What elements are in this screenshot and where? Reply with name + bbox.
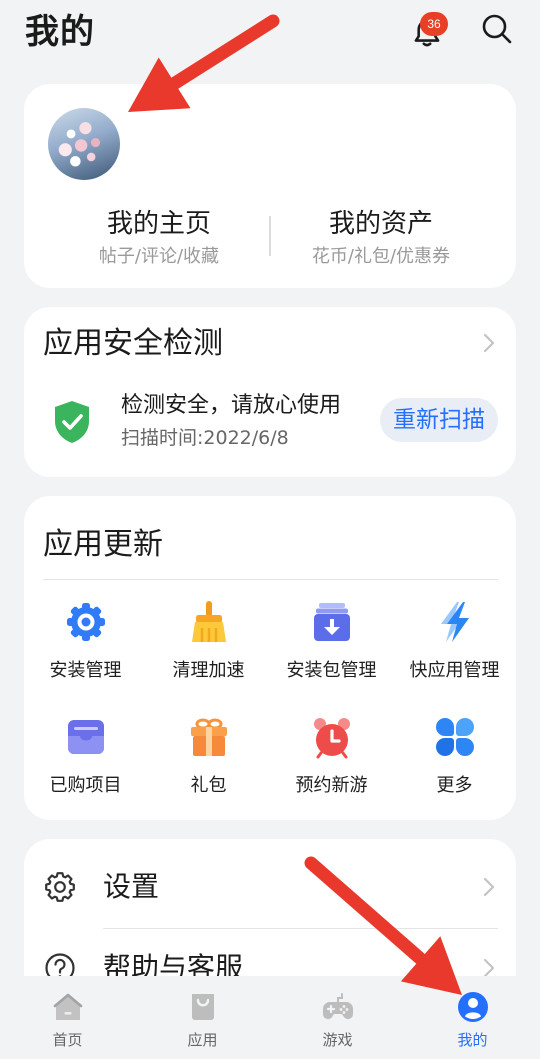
- broom-icon: [187, 600, 231, 644]
- tab-label: 首页: [52, 1031, 83, 1049]
- grid-item-cleanup[interactable]: 清理加速: [147, 600, 270, 715]
- shield-check-icon: [52, 399, 92, 445]
- page-title: 我的: [25, 12, 95, 52]
- chevron-right-icon[interactable]: [483, 333, 495, 353]
- home-icon: [52, 991, 84, 1023]
- alarm-clock-icon: [310, 715, 354, 759]
- grid-item-install-manager[interactable]: 安装管理: [24, 600, 147, 715]
- my-homepage-label: 我的主页: [106, 209, 211, 239]
- my-assets-label: 我的资产: [328, 209, 433, 239]
- my-homepage-link[interactable]: 我的主页 帖子/评论/收藏: [48, 207, 270, 269]
- tab-label: 游戏: [322, 1031, 353, 1049]
- my-assets-subtitle: 花币/礼包/优惠券: [311, 246, 451, 267]
- lightning-icon: [433, 600, 477, 644]
- grid-item-label: 更多: [436, 775, 473, 796]
- security-status-text: 检测安全，请放心使用: [121, 393, 342, 418]
- package-download-icon: [310, 600, 354, 644]
- more-icon: [433, 715, 477, 759]
- grid-item-gift[interactable]: 礼包: [147, 715, 270, 820]
- rescan-button[interactable]: 重新扫描: [380, 398, 498, 442]
- settings-icon: [44, 871, 76, 903]
- security-check-card[interactable]: 应用安全检测 检测安全，请放心使用 扫描时间:2022/6/8 重新扫描: [24, 307, 516, 477]
- grid-item-package-manager[interactable]: 安装包管理: [270, 600, 393, 715]
- search-icon[interactable]: [480, 12, 514, 46]
- grid-item-purchased[interactable]: 已购项目: [24, 715, 147, 820]
- security-check-title: 应用安全检测: [43, 326, 223, 361]
- gamepad-icon: [322, 991, 354, 1023]
- purchased-icon: [64, 715, 108, 759]
- profile-card: 我的主页 帖子/评论/收藏 我的资产 花币/礼包/优惠券: [24, 84, 516, 288]
- notification-badge: 36: [420, 12, 448, 36]
- avatar[interactable]: [48, 108, 120, 180]
- my-homepage-subtitle: 帖子/评论/收藏: [98, 246, 220, 267]
- grid-item-label: 预约新游: [295, 775, 368, 796]
- grid-item-label: 清理加速: [172, 660, 245, 681]
- tools-grid: 安装管理 清理加速 安装包管理 快应用管理 已购项目 礼包 预约新游 更多: [24, 600, 516, 820]
- gear-icon: [64, 600, 108, 644]
- grid-item-more[interactable]: 更多: [393, 715, 516, 820]
- profile-icon: [457, 991, 489, 1023]
- grid-item-label: 安装包管理: [286, 660, 377, 681]
- apps-bag-icon: [187, 991, 219, 1023]
- app-updates-card: 应用更新 安装管理 清理加速 安装包管理 快应用管理 已购项目 礼包 预约新游 …: [24, 496, 516, 820]
- scan-time-text: 扫描时间:2022/6/8: [121, 427, 289, 449]
- tab-label: 我的: [457, 1031, 488, 1049]
- settings-label: 设置: [103, 870, 160, 903]
- tab-home[interactable]: 首页: [0, 976, 135, 1059]
- settings-row[interactable]: 设置: [24, 847, 516, 927]
- grid-item-label: 安装管理: [49, 660, 122, 681]
- chevron-right-icon: [483, 877, 495, 897]
- bottom-tab-bar: 首页 应用 游戏 我的: [0, 976, 540, 1059]
- tab-label: 应用: [187, 1031, 218, 1049]
- gift-icon: [187, 715, 231, 759]
- divider: [43, 579, 498, 580]
- chevron-right-icon: [483, 958, 495, 978]
- grid-item-reserve-games[interactable]: 预约新游: [270, 715, 393, 820]
- tab-apps[interactable]: 应用: [135, 976, 270, 1059]
- tab-games[interactable]: 游戏: [270, 976, 405, 1059]
- app-updates-title[interactable]: 应用更新: [43, 526, 163, 564]
- grid-item-quick-apps[interactable]: 快应用管理: [393, 600, 516, 715]
- grid-item-label: 已购项目: [49, 775, 122, 796]
- grid-item-label: 礼包: [190, 775, 227, 796]
- grid-item-label: 快应用管理: [409, 660, 500, 681]
- tab-me[interactable]: 我的: [405, 976, 540, 1059]
- my-assets-link[interactable]: 我的资产 花币/礼包/优惠券: [270, 207, 492, 269]
- profile-divider: [269, 216, 271, 256]
